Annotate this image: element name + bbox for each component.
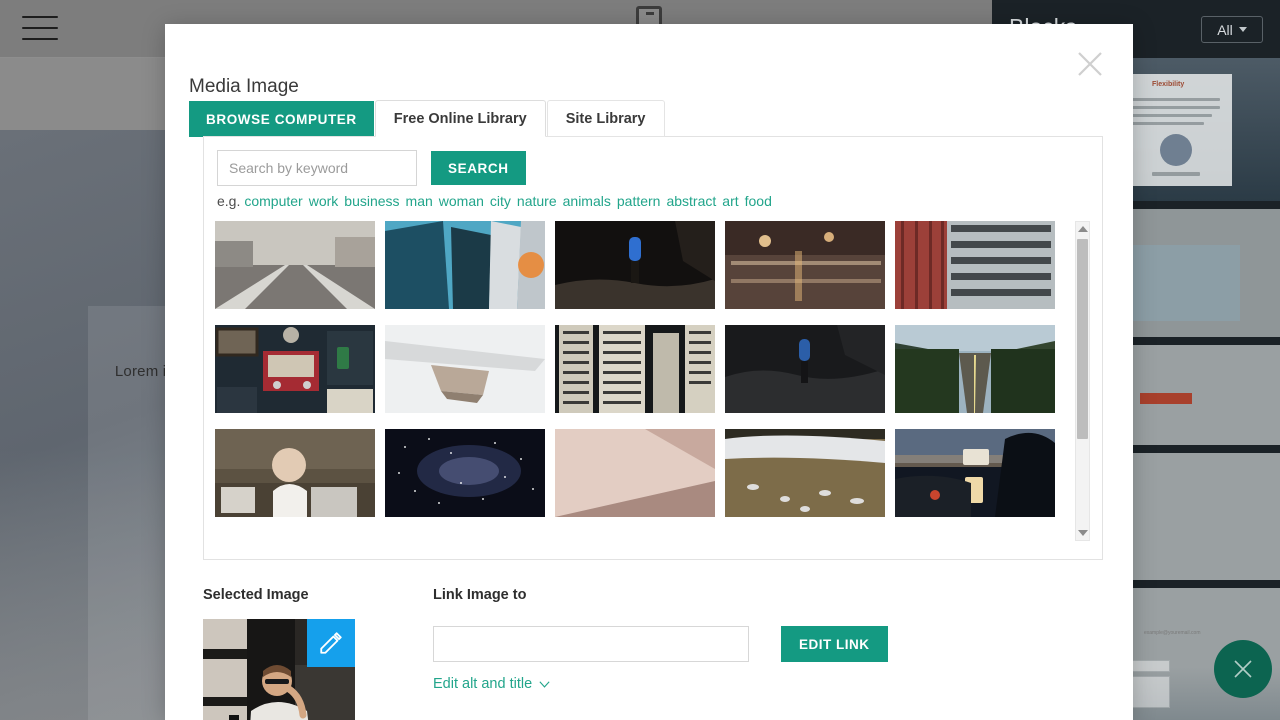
image-thumb[interactable] [725,429,885,517]
keyword-art[interactable]: art [722,193,738,209]
thumb-art [895,325,1055,413]
image-results-grid [215,221,1077,517]
keyword-suggestions: e.g. computer work business man woman city natu… [217,193,772,209]
modal-close-button[interactable] [1067,41,1113,87]
chevron-down-icon [539,680,550,688]
keyword-abstract[interactable]: abstract [666,193,716,209]
keyword-computer[interactable]: computer [244,193,302,209]
keyword-work[interactable]: work [309,193,339,209]
thumb-art [725,429,885,517]
scrollbar-thumb[interactable] [1077,239,1088,439]
thumb-art [215,429,375,517]
keyword-business[interactable]: business [344,193,399,209]
edit-selected-image-button[interactable] [307,619,355,667]
image-thumb[interactable] [215,325,375,413]
image-thumb[interactable] [895,221,1055,309]
results-scrollbar[interactable] [1075,221,1090,541]
image-thumb[interactable] [385,429,545,517]
image-thumb[interactable] [385,325,545,413]
search-button[interactable]: SEARCH [431,151,526,185]
thumb-art [385,325,545,413]
thumb-art [895,429,1055,517]
image-results-viewport [215,221,1077,541]
thumb-art [555,325,715,413]
modal-tabs: BROWSE COMPUTER Free Online Library Site… [189,95,1109,137]
selected-image-label: Selected Image [203,587,309,603]
image-thumb[interactable] [725,325,885,413]
thumb-art [725,325,885,413]
tab-free-online-library[interactable]: Free Online Library [374,100,546,137]
edit-link-button[interactable]: EDIT LINK [781,626,888,662]
pencil-icon [320,632,342,654]
thumb-art [555,221,715,309]
thumb-art [555,429,715,517]
image-thumb[interactable] [555,429,715,517]
link-image-to-label: Link Image to [433,587,527,603]
keyword-city[interactable]: city [490,193,511,209]
thumb-art [215,325,375,413]
selected-image-preview[interactable] [203,619,355,720]
edit-alt-label: Edit alt and title [433,676,533,692]
link-url-input[interactable] [433,626,749,662]
edit-alt-and-title-toggle[interactable]: Edit alt and title [433,676,550,692]
thumb-art [895,221,1055,309]
search-input[interactable] [217,150,417,186]
image-thumb[interactable] [895,429,1055,517]
image-thumb[interactable] [555,221,715,309]
scroll-down-arrow-icon[interactable] [1076,526,1089,540]
thumb-art [385,429,545,517]
keyword-man[interactable]: man [406,193,433,209]
keyword-food[interactable]: food [745,193,772,209]
search-row: SEARCH [217,150,526,186]
keyword-pattern[interactable]: pattern [617,193,661,209]
thumb-art [725,221,885,309]
free-online-library-panel: SEARCH e.g.computer work business man womanc… [203,136,1103,560]
scroll-up-arrow-icon[interactable] [1076,222,1089,236]
media-image-modal: Media Image BROWSE COMPUTER Free Online … [165,24,1133,720]
image-thumb[interactable] [215,429,375,517]
keywords-prefix: e.g. [217,193,241,209]
image-thumb[interactable] [725,221,885,309]
keyword-nature[interactable]: nature [517,193,557,209]
tab-site-library[interactable]: Site Library [546,100,665,137]
thumb-art [215,221,375,309]
close-icon [1078,52,1102,76]
image-thumb[interactable] [215,221,375,309]
image-thumb[interactable] [555,325,715,413]
tab-browse-computer[interactable]: BROWSE COMPUTER [189,101,374,137]
keyword-animals[interactable]: animals [563,193,611,209]
keyword-woman[interactable]: woman [439,193,484,209]
image-thumb[interactable] [385,221,545,309]
thumb-art [385,221,545,309]
image-thumb[interactable] [895,325,1055,413]
